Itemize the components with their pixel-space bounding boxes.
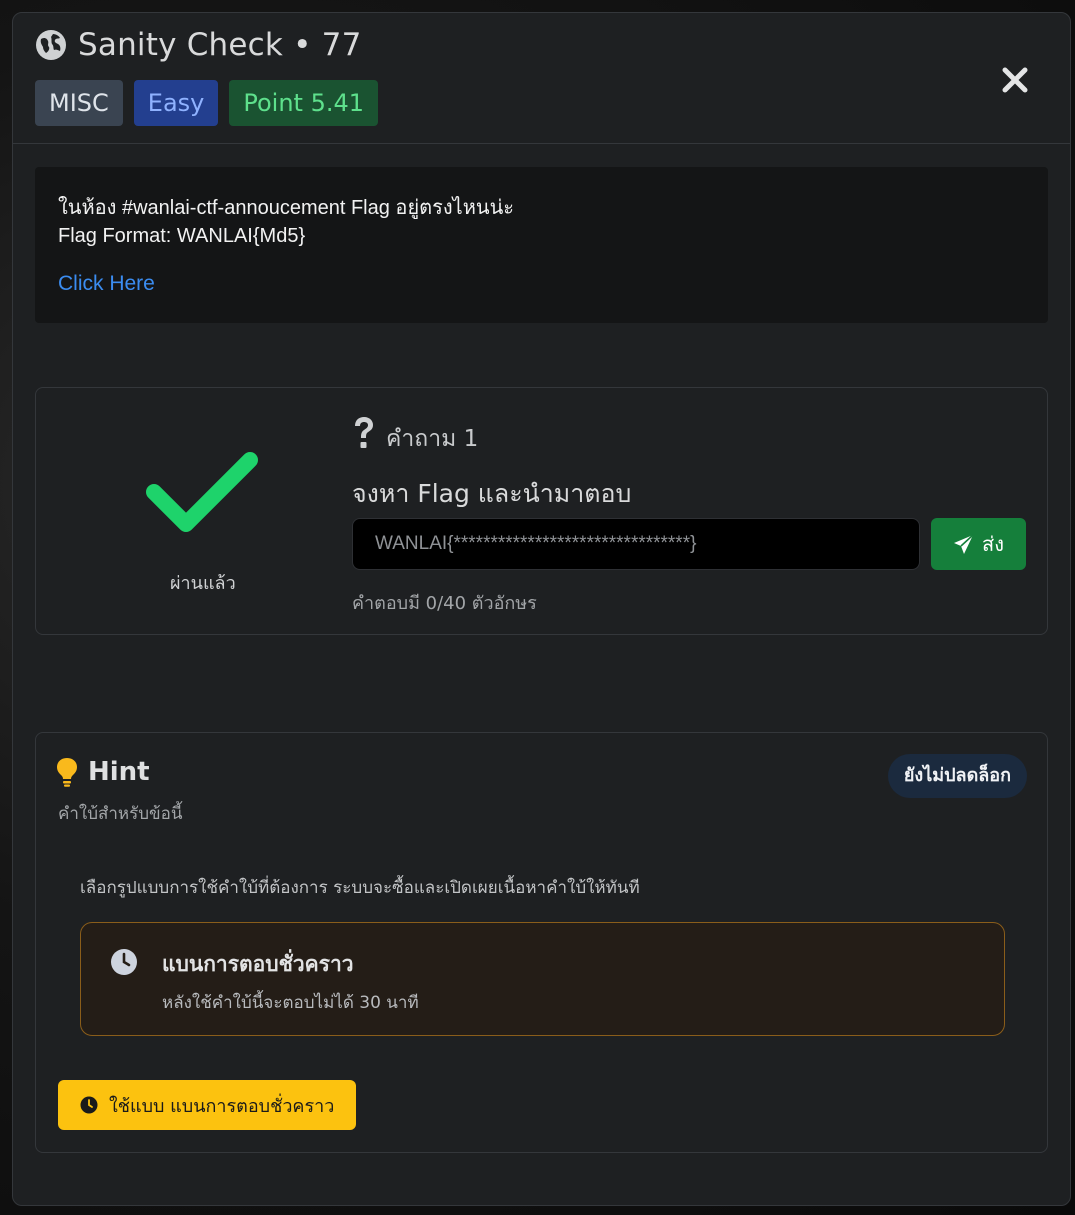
title-row: Sanity Check • 77: [35, 27, 362, 63]
category-badge: MISC: [35, 80, 123, 126]
clock-icon: [80, 1096, 98, 1114]
difficulty-badge: Easy: [133, 80, 219, 126]
hint-option-title: แบนการตอบชั่วคราว: [162, 952, 354, 976]
points-badge: Point 5.41: [229, 80, 379, 126]
badge-row: MISC Easy Point 5.41: [35, 80, 379, 126]
paper-plane-icon: [954, 533, 974, 554]
lightbulb-icon: [57, 758, 77, 787]
flag-format-line: Flag Format: WANLAI{Md5}: [58, 225, 306, 247]
question-text: จงหา Flag และนำมาตอบ: [352, 479, 632, 508]
hint-instruction: เลือกรูปแบบการใช้คำใบ้ที่ต้องการ ระบบจะซ…: [80, 878, 640, 898]
modal-header: Sanity Check • 77 MISC Easy Point 5.41: [13, 13, 1070, 144]
close-icon[interactable]: [1000, 65, 1030, 95]
char-count: คำตอบมี 0/40 ตัวอักษร: [352, 593, 537, 614]
question-label: คำถาม 1: [386, 426, 479, 452]
hint-card: Hint คำใบ้สำหรับข้อนี้ ยังไม่ปลดล็อก เลื…: [35, 732, 1048, 1153]
question-mark-icon: [355, 417, 373, 448]
challenge-modal: Sanity Check • 77 MISC Easy Point 5.41 ใ…: [12, 12, 1071, 1206]
hint-subtitle: คำใบ้สำหรับข้อนี้: [58, 804, 183, 824]
hint-status-badge: ยังไม่ปลดล็อก: [887, 754, 1027, 798]
click-here-link[interactable]: Click Here: [58, 272, 155, 296]
hint-title: Hint: [88, 757, 150, 787]
use-hint-button[interactable]: ใช้แบบ แบนการตอบชั่วคราว: [58, 1080, 357, 1130]
passed-status-label: ผ่านแล้ว: [170, 573, 236, 594]
question-card: ผ่านแล้ว คำถาม 1 จงหา Flag และนำมาตอบ WA…: [35, 387, 1048, 635]
globe-icon: [36, 30, 66, 60]
challenge-title: Sanity Check • 77: [78, 27, 362, 63]
submit-button[interactable]: ส่ง: [931, 518, 1026, 570]
clock-icon: [111, 949, 137, 975]
answer-input[interactable]: WANLAI{********************************}: [352, 518, 920, 570]
hint-option-temp-ban[interactable]: แบนการตอบชั่วคราว หลังใช้คำใบ้นี้จะตอบไม…: [80, 922, 1005, 1036]
description-line: ในห้อง #wanlai-ctf-annoucement Flag อยู่…: [58, 197, 514, 219]
check-icon: [146, 452, 258, 532]
hint-option-description: หลังใช้คำใบ้นี้จะตอบไม่ได้ 30 นาที: [162, 993, 419, 1013]
challenge-description: ในห้อง #wanlai-ctf-annoucement Flag อยู่…: [35, 167, 1048, 323]
submit-label: ส่ง: [982, 532, 1004, 556]
use-hint-label: ใช้แบบ แบนการตอบชั่วคราว: [109, 1095, 335, 1117]
